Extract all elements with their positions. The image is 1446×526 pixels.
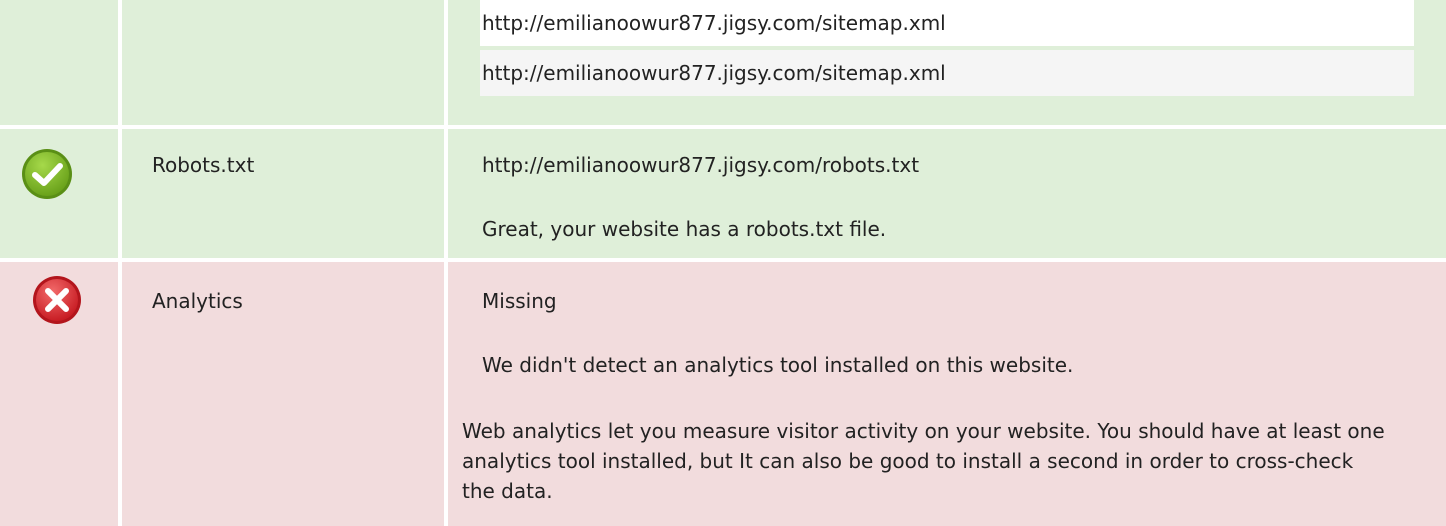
robots-value-cell: http://emilianoowur877.jigsy.com/robots.… [448,129,1446,258]
robots-message: Great, your website has a robots.txt fil… [482,217,887,241]
analytics-value-cell: Missing We didn't detect an analytics to… [448,262,1446,526]
analytics-label: Analytics [152,289,243,313]
sitemap-url-text: http://emilianoowur877.jigsy.com/sitemap… [482,11,946,35]
check-icon [22,149,72,199]
sitemap-icon-cell [0,0,118,125]
robots-icon-cell [0,129,118,258]
seo-report-table: http://emilianoowur877.jigsy.com/sitemap… [0,0,1446,526]
analytics-label-cell: Analytics [122,262,444,526]
sitemap-url-text: http://emilianoowur877.jigsy.com/sitemap… [482,61,946,85]
analytics-message: We didn't detect an analytics tool insta… [482,353,1074,377]
sitemap-url-item[interactable]: http://emilianoowur877.jigsy.com/sitemap… [480,50,1414,96]
robots-url[interactable]: http://emilianoowur877.jigsy.com/robots.… [482,150,919,180]
robots-label: Robots.txt [152,153,255,177]
analytics-description: Web analytics let you measure visitor ac… [462,419,1385,503]
sitemap-label-cell [122,0,444,125]
analytics-status: Missing [482,289,557,313]
error-x-icon [33,276,81,324]
analytics-icon-cell [0,262,118,526]
sitemap-url-item[interactable]: http://emilianoowur877.jigsy.com/sitemap… [480,0,1414,46]
robots-label-cell: Robots.txt [122,129,444,258]
